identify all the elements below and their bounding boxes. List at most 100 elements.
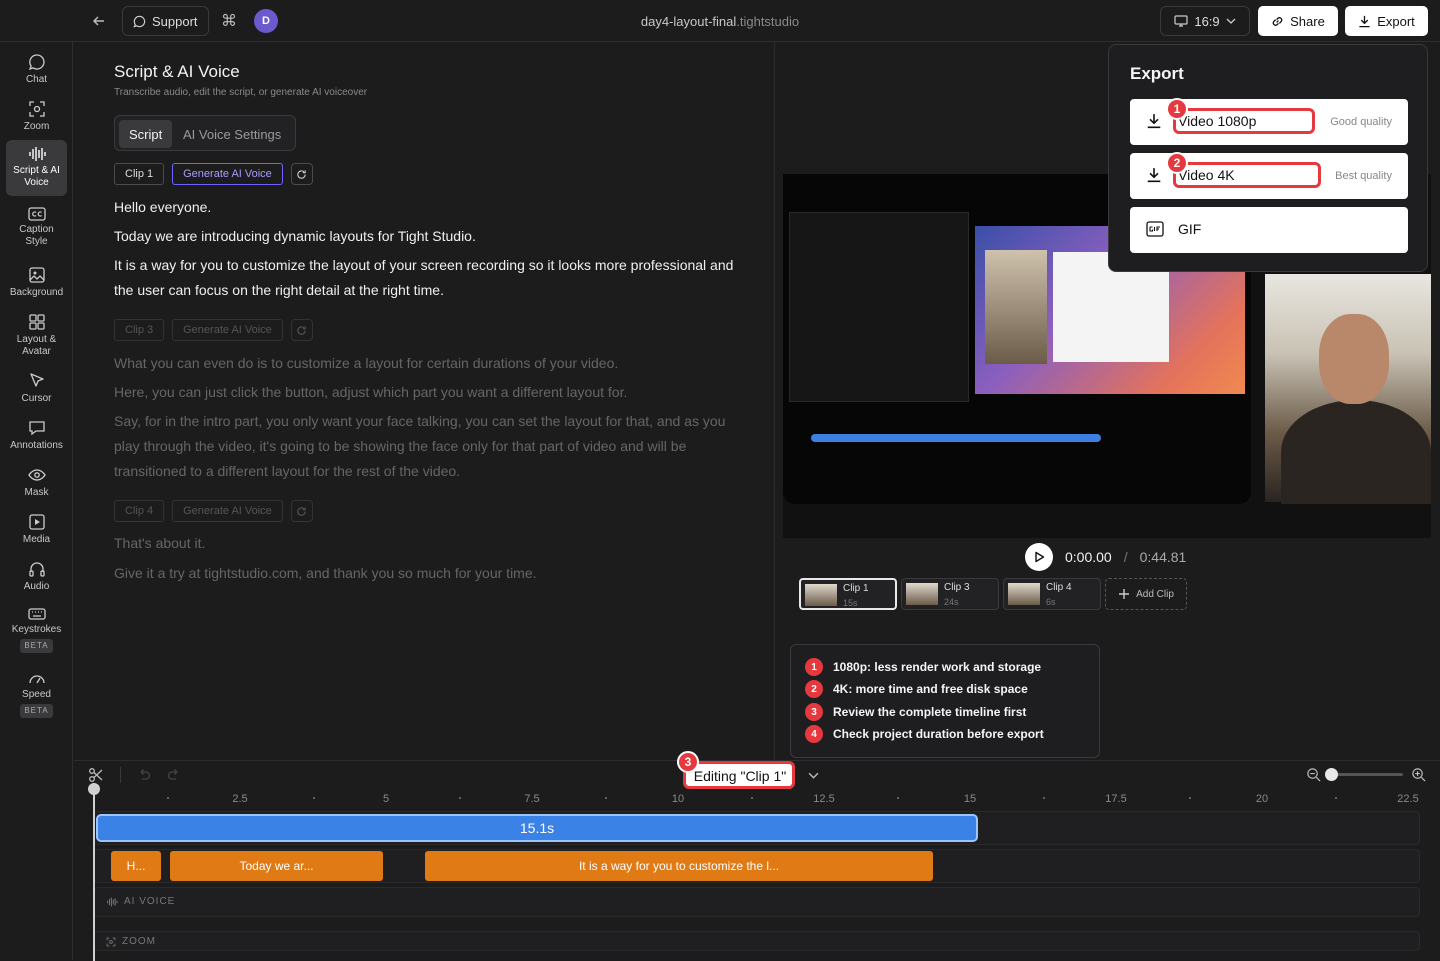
zoom-in-icon[interactable] bbox=[1411, 767, 1426, 782]
support-label: Support bbox=[152, 13, 198, 29]
script-line[interactable]: It is a way for you to customize the lay… bbox=[114, 253, 734, 303]
sidebar-item-cursor[interactable]: Cursor bbox=[6, 369, 67, 409]
undo-icon[interactable] bbox=[137, 768, 151, 782]
clip-1-label[interactable]: Clip 1 bbox=[114, 163, 165, 185]
callout-highlight-4k bbox=[1173, 162, 1321, 188]
ai-voice-track-label: AI VOICE bbox=[106, 896, 175, 907]
aspect-ratio-select[interactable]: 16:9 bbox=[1160, 6, 1250, 36]
redo-icon[interactable] bbox=[167, 768, 181, 782]
callout-highlight-editing bbox=[683, 761, 795, 789]
sidebar-item-media[interactable]: Media bbox=[6, 510, 67, 550]
export-option-quality: Best quality bbox=[1335, 170, 1392, 182]
generate-ai-voice-button[interactable]: Generate AI Voice bbox=[172, 163, 283, 185]
panel-divider bbox=[774, 42, 775, 760]
clip-4-label[interactable]: Clip 4 bbox=[114, 500, 165, 522]
clip-card-4[interactable]: Clip 4 6s bbox=[1003, 578, 1101, 610]
clip-card-3[interactable]: Clip 3 24s bbox=[901, 578, 999, 610]
script-line[interactable]: Hello everyone. bbox=[114, 195, 734, 220]
recorded-progress-bar bbox=[811, 434, 1101, 442]
sidebar-item-label: Zoom bbox=[23, 121, 50, 132]
sidebar-item-audio[interactable]: Audio bbox=[6, 557, 67, 597]
regenerate-button[interactable] bbox=[290, 163, 313, 185]
sidebar-item-label: Caption Style bbox=[19, 224, 54, 247]
timeline-ruler[interactable]: 2.5 5 7.5 10 12.5 15 17.5 20 22.5 bbox=[94, 791, 1424, 811]
tab-ai-voice-settings[interactable]: AI Voice Settings bbox=[173, 120, 291, 148]
download-icon bbox=[1147, 168, 1161, 183]
sidebar-item-chat[interactable]: Chat bbox=[6, 50, 67, 90]
generate-ai-voice-button[interactable]: Generate AI Voice bbox=[172, 319, 283, 341]
subtitle-clip[interactable]: H... bbox=[111, 851, 161, 881]
tool-divider bbox=[120, 767, 121, 783]
timeline-playhead[interactable] bbox=[88, 783, 100, 961]
ruler-tick: 20 bbox=[1255, 793, 1269, 805]
zoom-out-icon[interactable] bbox=[1306, 767, 1321, 782]
play-button[interactable] bbox=[1025, 543, 1053, 571]
support-button[interactable]: Support bbox=[122, 6, 209, 36]
scissors-icon[interactable] bbox=[88, 767, 104, 783]
script-line[interactable]: Here, you can just click the button, adj… bbox=[114, 380, 734, 405]
tip-item: 4 Check project duration before export bbox=[805, 724, 1044, 744]
speech-icon bbox=[28, 421, 45, 436]
sidebar-item-label: Script & AI Voice bbox=[13, 165, 60, 188]
tip-text: 4K: more time and free disk space bbox=[833, 682, 1028, 696]
script-line[interactable]: That's about it. bbox=[114, 531, 734, 556]
tip-number: 4 bbox=[805, 725, 823, 743]
command-menu-button[interactable]: ⌘ bbox=[218, 10, 240, 32]
subtitle-clip[interactable]: It is a way for you to customize the l..… bbox=[425, 851, 933, 881]
clip-card-1[interactable]: Clip 1 15s bbox=[799, 578, 897, 610]
zoom-track[interactable] bbox=[94, 931, 1420, 951]
sidebar-item-label: Audio bbox=[23, 581, 50, 592]
sidebar-item-label: Keystrokes bbox=[11, 624, 62, 635]
tab-script[interactable]: Script bbox=[119, 120, 173, 148]
clip-1-header: Clip 1 Generate AI Voice bbox=[114, 163, 313, 185]
script-line[interactable]: What you can even do is to customize a l… bbox=[114, 351, 734, 376]
share-button[interactable]: Share bbox=[1258, 6, 1338, 36]
sidebar-item-label: Media bbox=[22, 534, 51, 545]
beta-badge: BETA bbox=[20, 704, 53, 718]
clip-3-label[interactable]: Clip 3 bbox=[114, 319, 165, 341]
export-button[interactable]: Export bbox=[1345, 6, 1428, 36]
clip-duration: 15s bbox=[843, 598, 858, 608]
file-extension: .tightstudio bbox=[736, 14, 800, 29]
current-time: 0:00.00 bbox=[1065, 549, 1112, 565]
regenerate-button[interactable] bbox=[290, 319, 313, 341]
sidebar-item-annotations[interactable]: Annotations bbox=[6, 416, 67, 456]
sidebar-item-layout-avatar[interactable]: Layout & Avatar bbox=[6, 310, 67, 360]
script-line[interactable]: Today we are introducing dynamic layouts… bbox=[114, 224, 734, 249]
zoom-slider-knob[interactable] bbox=[1325, 768, 1338, 781]
play-icon bbox=[1035, 551, 1045, 563]
back-button[interactable] bbox=[88, 10, 110, 32]
clip-name: Clip 4 bbox=[1046, 582, 1072, 593]
ruler-dot bbox=[751, 797, 753, 799]
sidebar-item-keystrokes[interactable]: Keystrokes BETA bbox=[6, 604, 67, 658]
user-avatar[interactable]: D bbox=[254, 9, 278, 33]
sidebar-item-mask[interactable]: Mask bbox=[6, 463, 67, 503]
sidebar-item-zoom[interactable]: Zoom bbox=[6, 97, 67, 137]
subtitle-clip[interactable]: Today we ar... bbox=[170, 851, 383, 881]
timeline-zoom-slider[interactable] bbox=[1325, 768, 1403, 781]
add-clip-button[interactable]: Add Clip bbox=[1105, 578, 1187, 610]
sidebar-item-script-ai-voice[interactable]: Script & AI Voice bbox=[6, 140, 67, 196]
cursor-icon bbox=[29, 373, 44, 387]
clip-select-chevron[interactable] bbox=[808, 767, 819, 782]
plus-icon bbox=[1119, 589, 1130, 599]
export-gif[interactable]: GIF bbox=[1130, 207, 1408, 253]
regenerate-button[interactable] bbox=[290, 500, 313, 522]
gif-icon bbox=[1146, 221, 1164, 237]
clip-strip: Clip 1 15s Clip 3 24s Clip 4 6s Add Clip bbox=[799, 578, 1187, 610]
script-line[interactable]: Give it a try at tightstudio.com, and th… bbox=[114, 561, 734, 586]
sidebar-item-background[interactable]: Background bbox=[6, 263, 67, 303]
script-line[interactable]: Say, for in the intro part, you only wan… bbox=[114, 409, 744, 484]
sidebar-item-caption-style[interactable]: Caption Style bbox=[6, 204, 67, 254]
arrow-left-icon bbox=[92, 16, 104, 26]
waveform-icon bbox=[28, 147, 46, 161]
recorded-app-window bbox=[789, 212, 969, 402]
ai-voice-track[interactable] bbox=[94, 887, 1420, 917]
sidebar-item-label: Mask bbox=[24, 487, 49, 498]
ruler-dot bbox=[605, 797, 607, 799]
timeline-video-clip[interactable]: 15.1s bbox=[96, 814, 978, 842]
sidebar-item-label: Speed bbox=[22, 689, 51, 700]
clip-thumbnail bbox=[1008, 583, 1040, 605]
sidebar-item-speed[interactable]: Speed BETA bbox=[6, 667, 67, 721]
generate-ai-voice-button[interactable]: Generate AI Voice bbox=[172, 500, 283, 522]
